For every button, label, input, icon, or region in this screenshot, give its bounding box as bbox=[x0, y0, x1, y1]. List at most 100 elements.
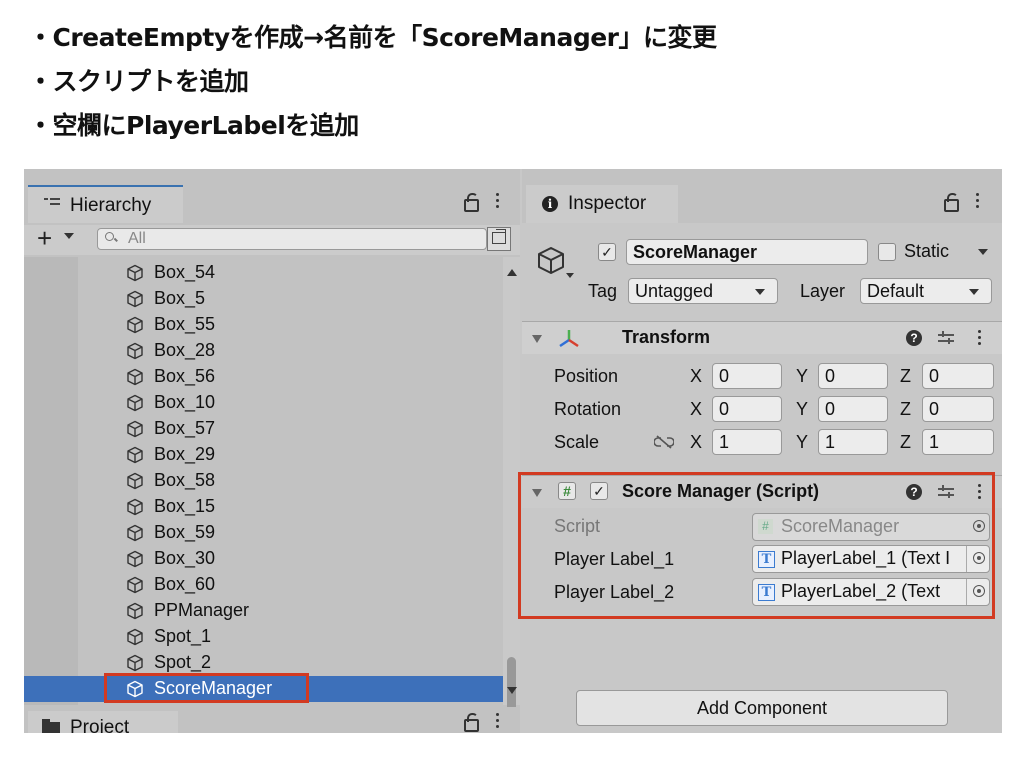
transform-x-field[interactable]: 0 bbox=[712, 396, 782, 422]
axis-x-label: X bbox=[690, 432, 703, 452]
hierarchy-item[interactable]: Box_60 bbox=[24, 572, 503, 598]
hierarchy-panel: Hierarchy + All Box_54 Box_5 Box_55 Box_28 B… bbox=[24, 169, 520, 733]
chevron-down-icon[interactable] bbox=[64, 233, 74, 239]
gameobject-cube-icon bbox=[127, 342, 143, 360]
project-tab-label: Project bbox=[70, 717, 130, 733]
transform-y-field[interactable]: 0 bbox=[818, 363, 888, 389]
hierarchy-item-label: Box_60 bbox=[154, 574, 216, 594]
hierarchy-item[interactable]: Box_15 bbox=[24, 494, 503, 520]
gameobject-cube-icon bbox=[127, 550, 143, 568]
hierarchy-item-label: Box_56 bbox=[154, 366, 216, 386]
hierarchy-item[interactable]: Box_28 bbox=[24, 338, 503, 364]
hierarchy-item-label: Box_10 bbox=[154, 392, 216, 412]
hierarchy-list-icon bbox=[44, 198, 60, 210]
unlinked-scale-icon[interactable] bbox=[654, 435, 674, 449]
hierarchy-item[interactable]: Box_30 bbox=[24, 546, 503, 572]
add-object-button[interactable]: + bbox=[37, 223, 52, 254]
gameobject-cube-icon bbox=[127, 394, 143, 412]
hierarchy-item-label: Box_30 bbox=[154, 548, 216, 568]
gameobject-cube-icon bbox=[127, 446, 143, 464]
transform-y-field[interactable]: 1 bbox=[818, 429, 888, 455]
gameobject-cube-icon bbox=[127, 576, 143, 594]
hierarchy-panel-controls bbox=[464, 193, 500, 214]
hierarchy-item[interactable]: Spot_1 bbox=[24, 624, 503, 650]
tag-dropdown[interactable]: Untagged bbox=[628, 278, 778, 304]
hierarchy-item-label: Box_58 bbox=[154, 470, 216, 490]
hierarchy-item-label: Box_59 bbox=[154, 522, 216, 542]
tab-project[interactable]: Project bbox=[28, 711, 178, 733]
instruction-step-3: ・空欄にPlayerLabelを追加 bbox=[28, 111, 359, 140]
hierarchy-item[interactable]: Box_54 bbox=[24, 260, 503, 286]
folder-icon bbox=[42, 719, 60, 733]
tab-inspector[interactable]: i Inspector bbox=[526, 185, 678, 223]
hierarchy-item[interactable]: Box_58 bbox=[24, 468, 503, 494]
hierarchy-item[interactable]: Box_59 bbox=[24, 520, 503, 546]
hierarchy-item-label: Box_5 bbox=[154, 288, 206, 308]
instruction-step-1: ・CreateEmptyを作成→名前を「ScoreManager」に変更 bbox=[28, 23, 717, 52]
hierarchy-item[interactable]: Box_55 bbox=[24, 312, 503, 338]
chevron-down-icon[interactable] bbox=[566, 273, 574, 278]
project-panel: Project bbox=[24, 707, 520, 733]
transform-row-label: Position bbox=[554, 366, 619, 386]
lock-icon[interactable] bbox=[464, 713, 479, 732]
gameobject-cube-icon[interactable] bbox=[536, 245, 566, 275]
object-name-field[interactable]: ScoreManager bbox=[626, 239, 868, 265]
transform-title: Transform bbox=[622, 327, 711, 347]
layer-label: Layer bbox=[800, 281, 846, 301]
static-label: Static bbox=[904, 241, 950, 261]
tag-label: Tag bbox=[588, 281, 618, 301]
tab-hierarchy[interactable]: Hierarchy bbox=[28, 185, 183, 223]
active-checkbox[interactable]: ✓ bbox=[598, 243, 616, 261]
transform-x-field[interactable]: 1 bbox=[712, 429, 782, 455]
axis-y-label: Y bbox=[796, 399, 809, 419]
hierarchy-toolbar: + All bbox=[24, 223, 520, 255]
hierarchy-item-label: Box_55 bbox=[154, 314, 216, 334]
kebab-menu-icon[interactable] bbox=[976, 193, 980, 209]
gameobject-cube-icon bbox=[127, 420, 143, 438]
hierarchy-item[interactable]: Box_29 bbox=[24, 442, 503, 468]
scene-visibility-button[interactable] bbox=[487, 227, 511, 251]
unity-editor-screenshot: Hierarchy + All Box_54 Box_5 Box_55 Box_28 B… bbox=[24, 169, 1002, 733]
lock-icon[interactable] bbox=[944, 193, 959, 212]
transform-z-field[interactable]: 0 bbox=[922, 396, 994, 422]
hierarchy-item-label: Box_28 bbox=[154, 340, 216, 360]
static-dropdown-icon[interactable] bbox=[978, 249, 988, 255]
hierarchy-item-label: Spot_1 bbox=[154, 626, 212, 646]
gameobject-cube-icon bbox=[127, 628, 143, 646]
transform-z-field[interactable]: 0 bbox=[922, 363, 994, 389]
kebab-menu-icon[interactable] bbox=[978, 330, 981, 346]
info-icon: i bbox=[542, 196, 558, 212]
lock-icon[interactable] bbox=[464, 193, 479, 212]
transform-row-label: Scale bbox=[554, 432, 600, 452]
axis-z-label: Z bbox=[900, 366, 911, 386]
highlight-box-score-manager-component bbox=[518, 472, 995, 619]
help-icon[interactable]: ? bbox=[906, 330, 922, 346]
axis-z-label: Z bbox=[900, 399, 911, 419]
hierarchy-search-input[interactable]: All bbox=[97, 228, 487, 250]
transform-z-field[interactable]: 1 bbox=[922, 429, 994, 455]
transform-y-field[interactable]: 0 bbox=[818, 396, 888, 422]
presets-icon[interactable] bbox=[938, 331, 954, 345]
fold-triangle-icon[interactable] bbox=[532, 335, 542, 343]
static-checkbox[interactable] bbox=[878, 243, 896, 261]
hierarchy-item-label: Spot_2 bbox=[154, 652, 212, 672]
open-window-icon bbox=[492, 229, 506, 244]
gameobject-cube-icon bbox=[127, 264, 143, 282]
kebab-menu-icon[interactable] bbox=[496, 713, 500, 729]
gameobject-cube-icon bbox=[127, 524, 143, 542]
layer-dropdown[interactable]: Default bbox=[860, 278, 992, 304]
hierarchy-item[interactable]: Box_56 bbox=[24, 364, 503, 390]
hierarchy-item-label: Box_29 bbox=[154, 444, 216, 464]
hierarchy-item[interactable]: Box_5 bbox=[24, 286, 503, 312]
hierarchy-item[interactable]: Box_10 bbox=[24, 390, 503, 416]
scroll-up-icon[interactable] bbox=[507, 269, 517, 276]
kebab-menu-icon[interactable] bbox=[496, 193, 500, 209]
transform-header[interactable]: Transform ? bbox=[522, 321, 1002, 354]
transform-x-field[interactable]: 0 bbox=[712, 363, 782, 389]
inspector-tab-label: Inspector bbox=[568, 193, 647, 214]
hierarchy-item[interactable]: Box_57 bbox=[24, 416, 503, 442]
axis-z-label: Z bbox=[900, 432, 911, 452]
add-component-button[interactable]: Add Component bbox=[576, 690, 948, 726]
hierarchy-item[interactable]: PPManager bbox=[24, 598, 503, 624]
scroll-down-icon[interactable] bbox=[507, 687, 517, 694]
